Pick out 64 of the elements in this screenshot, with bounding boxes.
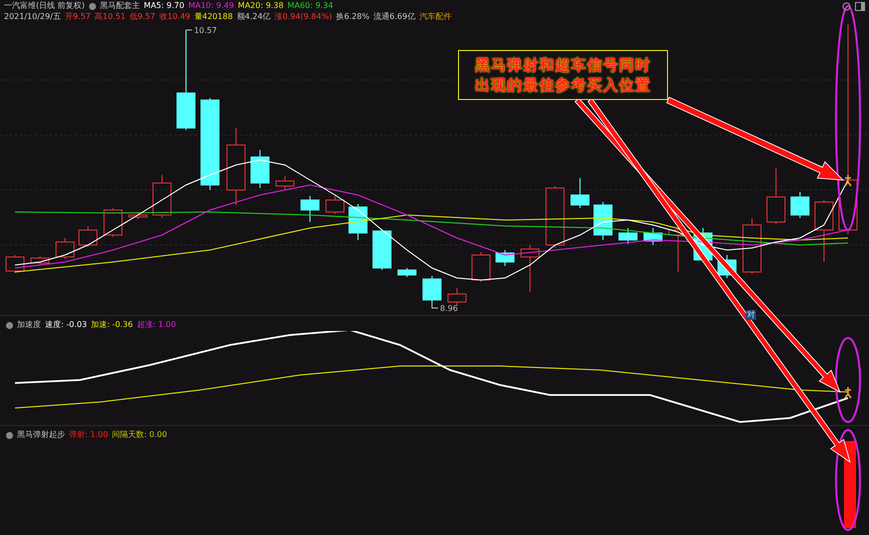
panel-icon[interactable] [855,2,865,10]
candlestick [594,202,612,240]
candlestick [570,178,590,208]
indicator-toggle-icon[interactable] [6,322,13,328]
candlestick [152,174,172,218]
candlestick [742,218,762,274]
indicator-value: 弹射: 1.00 [69,430,108,440]
quote-value: 2021/10/29/五 [4,12,61,22]
callout-text: 黑马弹射和超车信号同时 [475,56,651,74]
candlestick [104,208,122,238]
quote-value: 收10.49 [159,12,190,22]
candlestick [6,254,24,274]
candlestick [78,226,98,248]
high-price-label: 10.57 [194,26,217,35]
quote-value: 流通6.69亿 [374,12,416,22]
moving-average-value: MA60: 9.34 [288,1,334,11]
indicator-value: 加速: -0.36 [90,320,133,330]
candlestick [644,228,662,246]
candlestick [128,212,148,220]
quote-value: 汽车配件 [419,12,452,22]
candlestick [398,268,416,278]
candlestick [372,228,392,270]
low-price-label: 8.96 [440,304,458,313]
candlestick [790,192,810,218]
indicator-name: 加速度 [17,320,41,330]
callout-text: 出现的最佳参考买入位置 [475,76,651,94]
candlestick [472,252,490,282]
quote-value: 涨0.94(9.84%) [274,12,332,22]
stock-title: 一汽富维(日线 前复权) [4,1,85,11]
candlestick [348,204,368,240]
candlestick [56,238,74,260]
candlestick [300,196,320,222]
indicator-name: 黑马弹射起步 [17,430,65,440]
circle-icon[interactable] [842,2,851,10]
candlestick [448,288,466,306]
leader-line [432,302,438,308]
quote-value: 额4.24亿 [236,12,271,22]
quote-value: 量420188 [194,12,233,22]
indicator-value: 间隔天数: 0.00 [112,430,168,440]
candlestick [326,196,344,214]
marker-icon [844,386,852,399]
candlestick [250,150,270,188]
marker-icon [844,174,852,187]
moving-average-value: MA5: 9.70 [144,1,184,11]
quote-value: 高10.51 [94,12,126,22]
candlestick [520,244,540,292]
candlestick [766,168,786,224]
indicator-toggle-icon[interactable] [6,432,13,438]
candlestick [496,250,514,266]
candlestick [814,200,834,262]
indicator-value: 速度: -0.03 [45,320,87,330]
quote-value: 开9.57 [64,12,91,22]
signal-badge: 对 [746,310,756,320]
candlestick [546,186,564,248]
candlestick [276,176,294,190]
indicator-name: 黑马配套主 [100,1,140,11]
quote-value: 换6.28% [336,12,370,22]
moving-average-value: MA20: 9.38 [238,1,284,11]
indicator-toggle-icon[interactable] [88,2,96,10]
moving-average-value: MA10: 9.49 [188,1,234,11]
candlestick [618,228,638,244]
candlestick [30,256,50,266]
quote-value: 低9.57 [130,12,156,22]
indicator-value: 超涨: 1.00 [136,320,176,330]
